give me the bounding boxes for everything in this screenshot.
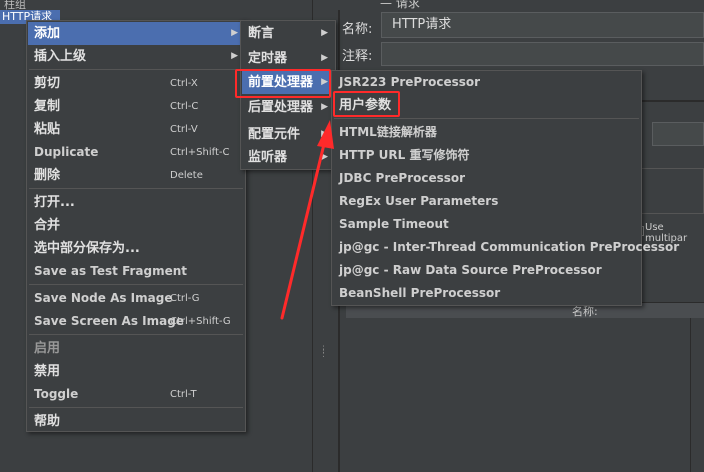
annotation-arrow-icon <box>280 120 334 320</box>
